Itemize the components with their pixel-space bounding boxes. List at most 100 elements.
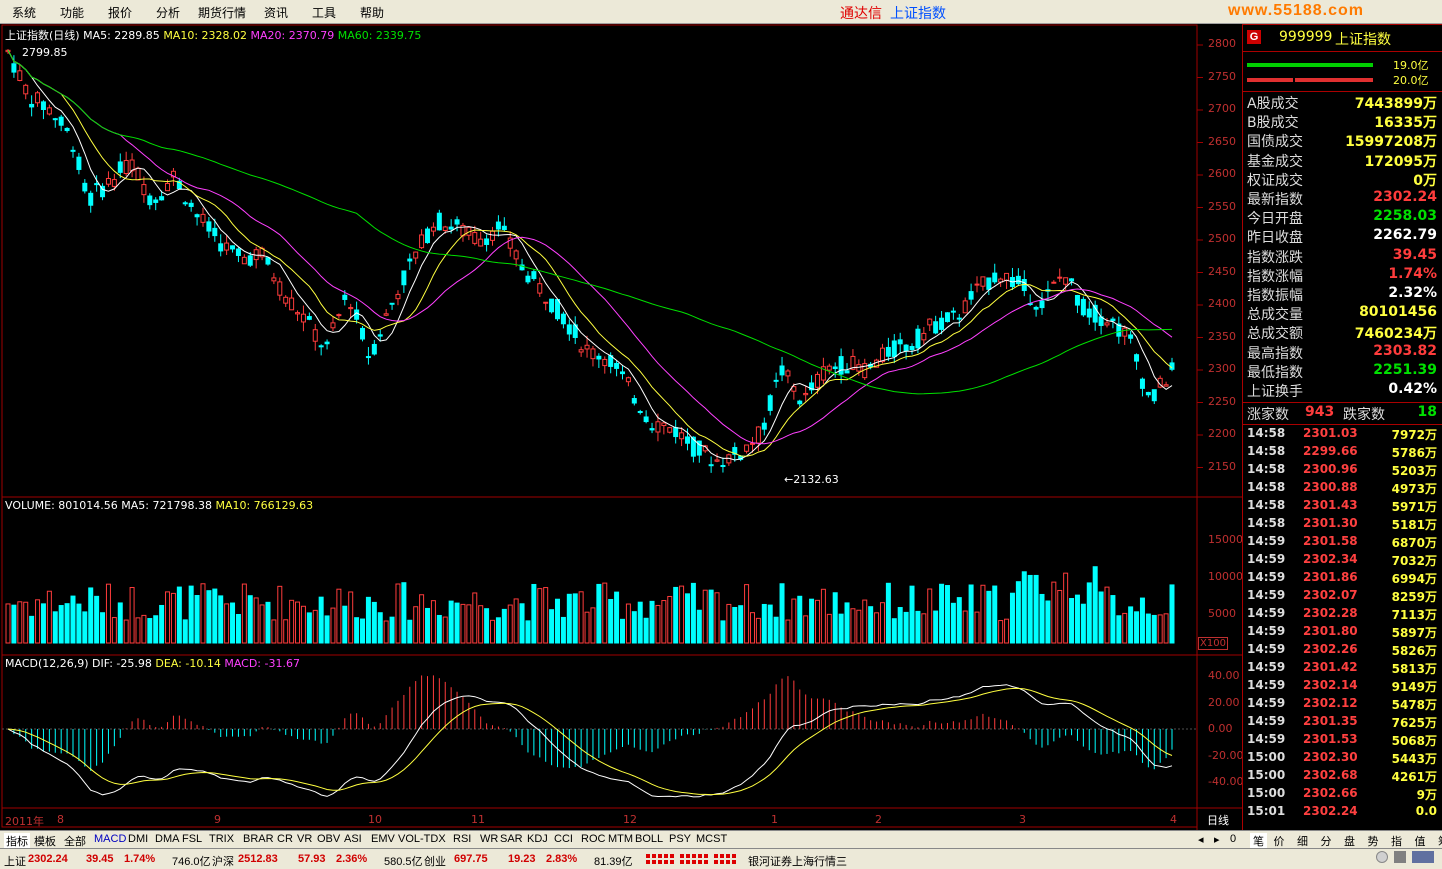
- indicator-tab-psy[interactable]: PSY: [669, 833, 691, 845]
- hs-label[interactable]: 沪深: [212, 853, 234, 869]
- tick-row: 14:58 2301.03 7972万: [1247, 426, 1439, 444]
- tick-time: 14:59: [1247, 714, 1286, 728]
- indicator-tab-cci[interactable]: CCI: [554, 833, 573, 845]
- tick-volume: 6870万: [1391, 536, 1437, 550]
- tick-volume: 9149万: [1391, 680, 1437, 694]
- menu-news[interactable]: 资讯: [264, 4, 288, 21]
- indicator-tab-全部[interactable]: 全部: [64, 833, 86, 849]
- indicator-tab-模板[interactable]: 模板: [34, 833, 56, 849]
- indicator-tab-brar[interactable]: BRAR: [243, 833, 274, 845]
- candle-body: [602, 358, 608, 367]
- volume-bar: [696, 609, 702, 644]
- indicator-tab-obv[interactable]: OBV: [317, 833, 340, 845]
- tick-row: 14:59 2301.58 6870万: [1247, 534, 1439, 552]
- sh-pct: 1.74%: [124, 853, 156, 865]
- sh-label[interactable]: 上证: [4, 853, 26, 869]
- candle-body: [838, 356, 844, 375]
- tick-price: 2302.28: [1303, 606, 1358, 620]
- cy-label[interactable]: 创业: [424, 853, 446, 869]
- panel-tab[interactable]: 价: [1274, 833, 1285, 849]
- panel-tab[interactable]: 细: [1297, 833, 1308, 849]
- candle-body: [153, 199, 159, 203]
- menu-futures[interactable]: 期货行情: [198, 4, 246, 21]
- volume-bar: [324, 615, 330, 644]
- candle-body: [560, 313, 566, 325]
- volume-bar: [235, 614, 241, 644]
- zero-button[interactable]: 0: [1230, 833, 1236, 845]
- tick-volume: 5068万: [1391, 734, 1437, 748]
- panel-tab[interactable]: 势: [1368, 833, 1379, 849]
- indicator-tab-emv[interactable]: EMV: [371, 833, 395, 845]
- indicator-tab-vr[interactable]: VR: [297, 833, 312, 845]
- tick-price: 2301.43: [1303, 498, 1358, 512]
- menu-quote[interactable]: 报价: [108, 4, 132, 21]
- volume-bar: [11, 604, 17, 644]
- indicator-tab-trix[interactable]: TRIX: [209, 833, 234, 845]
- indicator-tab-boll[interactable]: BOLL: [635, 833, 663, 845]
- status-menu-icon[interactable]: [1412, 851, 1434, 863]
- menu-help[interactable]: 帮助: [360, 4, 384, 21]
- volume-bar: [306, 612, 312, 644]
- indicator-tab-mtm[interactable]: MTM: [608, 833, 633, 845]
- indicator-tab-kdj[interactable]: KDJ: [527, 833, 548, 845]
- candle-body: [968, 291, 974, 300]
- indicator-tab-mcst[interactable]: MCST: [696, 833, 727, 845]
- period-label[interactable]: 日线: [1207, 812, 1229, 828]
- volume-bar: [584, 611, 590, 644]
- tick-price: 2302.07: [1303, 588, 1358, 602]
- axis-tick-label: 2650: [1208, 134, 1236, 148]
- volume-bar: [70, 595, 76, 644]
- volume-bar: [679, 585, 685, 644]
- indicator-tab-fsl[interactable]: FSL: [182, 833, 202, 845]
- menu-system[interactable]: 系统: [12, 4, 36, 21]
- menu-function[interactable]: 功能: [60, 4, 84, 21]
- candle-body: [749, 442, 755, 445]
- volume-bar: [803, 615, 809, 644]
- tick-row: 15:00 2302.68 4261万: [1247, 768, 1439, 786]
- menu-tools[interactable]: 工具: [312, 4, 336, 21]
- g-badge-icon[interactable]: G: [1247, 30, 1261, 44]
- tick-volume: 8259万: [1391, 590, 1437, 604]
- scroll-right-icon[interactable]: ▸: [1214, 833, 1220, 846]
- menu-analysis[interactable]: 分析: [156, 4, 180, 21]
- scroll-left-icon[interactable]: ◂: [1198, 833, 1204, 846]
- tick-volume: 5786万: [1391, 446, 1437, 460]
- indicator-tab-dma[interactable]: DMA: [155, 833, 179, 845]
- quote-row-value: 2262.79: [1373, 227, 1437, 244]
- volume-bar: [212, 588, 218, 644]
- panel-tab[interactable]: 筹: [1438, 833, 1442, 849]
- panel-tab[interactable]: 笔: [1250, 833, 1267, 849]
- candle-body: [478, 238, 484, 247]
- candle-body: [1128, 334, 1134, 339]
- candle-body: [35, 92, 41, 104]
- ma60-line: [7, 50, 1173, 395]
- indicator-tab-dmi[interactable]: DMI: [128, 833, 148, 845]
- tick-price: 2302.68: [1303, 768, 1358, 782]
- indicator-tab-rsi[interactable]: RSI: [453, 833, 471, 845]
- quote-row-label: 指数振幅: [1247, 288, 1303, 304]
- axis-tick-label: 2550: [1208, 199, 1236, 213]
- axis-tick-label: 10000: [1208, 570, 1243, 583]
- panel-tab[interactable]: 值: [1415, 833, 1426, 849]
- indicator-tab-roc[interactable]: ROC: [581, 833, 605, 845]
- chart-canvas[interactable]: [0, 24, 1242, 830]
- panel-tab[interactable]: 分: [1321, 833, 1332, 849]
- tick-price: 2302.12: [1303, 696, 1358, 710]
- indicator-tab-指标[interactable]: 指标: [4, 833, 30, 849]
- server-label: 银河证券上海行情三: [748, 856, 847, 868]
- panel-tab[interactable]: 盘: [1344, 833, 1355, 849]
- volume-bar: [495, 617, 501, 644]
- indicator-tab-vol-tdx[interactable]: VOL-TDX: [398, 833, 446, 845]
- candle-body: [525, 275, 531, 283]
- date-axis-label: 1: [771, 813, 778, 826]
- indicator-tab-asi[interactable]: ASI: [344, 833, 362, 845]
- panel-tab[interactable]: 指: [1391, 833, 1402, 849]
- chart-area[interactable]: 上证指数(日线) MA5: 2289.85 MA10: 2328.02 MA20…: [0, 24, 1243, 830]
- indicator-tab-macd[interactable]: MACD: [94, 833, 126, 845]
- tick-price: 2302.34: [1303, 552, 1358, 566]
- indicator-tab-wr[interactable]: WR: [480, 833, 498, 845]
- indicator-tab-sar[interactable]: SAR: [500, 833, 523, 845]
- candle-body: [619, 371, 625, 375]
- indicator-tab-cr[interactable]: CR: [277, 833, 293, 845]
- tick-row: 14:59 2301.35 7625万: [1247, 714, 1439, 732]
